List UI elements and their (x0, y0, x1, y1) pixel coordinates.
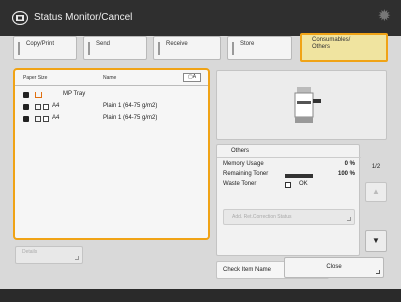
col-paper-size: Paper Size (23, 75, 48, 81)
black-paper-icon (23, 104, 29, 110)
mp-tray-icon (35, 92, 42, 98)
tab-label: Copy/Print (26, 41, 55, 47)
list-item[interactable]: A4 Plain 1 (64-75 g/m2) (15, 102, 208, 114)
printer-icon (294, 87, 321, 123)
details-label: Details (22, 249, 38, 255)
toner-label: Remaining Toner (223, 171, 269, 177)
others-title: Others (231, 148, 250, 154)
tab-receive[interactable]: Receive (153, 36, 221, 60)
paper-list: Paper Size Name ▢A MP Tray A4 Plain 1 (6… (13, 68, 210, 240)
tab-label: Receive (166, 41, 188, 47)
details-button[interactable]: Details (15, 246, 83, 264)
status-monitor-icon (12, 11, 28, 25)
memory-usage-row: Memory Usage 0 % (223, 161, 355, 171)
check-item-label: Check Item Name (223, 267, 272, 273)
paper-icon (43, 116, 49, 122)
scroll-up-button[interactable]: ▲ (365, 182, 387, 202)
tab-send[interactable]: Send (83, 36, 147, 60)
tab-copy-print[interactable]: Copy/Print (13, 36, 77, 60)
list-view-icon[interactable]: ▢A (183, 73, 201, 82)
scroll-down-button[interactable]: ▼ (365, 230, 387, 252)
drawer-icon (35, 116, 41, 122)
close-button[interactable]: Close (284, 257, 384, 278)
tab-consumables-others[interactable]: Consumables/Others (300, 33, 388, 62)
gear-icon[interactable]: ✹ (378, 9, 391, 25)
paper-name: Plain 1 (64-75 g/m2) (103, 115, 158, 121)
waste-toner-icon (285, 182, 291, 188)
tab-label: Store (240, 41, 255, 47)
list-item[interactable]: MP Tray (15, 90, 208, 102)
main-panel: Copy/Print Send Receive Store Consumable… (0, 33, 401, 302)
page-indicator: 1/2 (371, 164, 381, 170)
waste-value: OK (299, 181, 308, 187)
paper-size: A4 (52, 115, 60, 121)
memory-value: 0 % (344, 161, 355, 167)
black-paper-icon (23, 116, 29, 122)
paper-icon (43, 104, 49, 110)
tab-label: Send (96, 41, 111, 47)
pager: 1/2 ▲ ▼ (364, 144, 388, 256)
list-item[interactable]: A4 Plain 1 (64-75 g/m2) (15, 114, 208, 126)
window-title: Status Monitor/Cancel (34, 12, 133, 23)
paper-name: Plain 1 (64-75 g/m2) (103, 103, 158, 109)
col-name: Name (103, 75, 117, 81)
title-bar: Status Monitor/Cancel ✹ (0, 0, 401, 36)
add-correction-label: Add. Ret.Correction Status (232, 214, 292, 220)
paper-size: A4 (52, 103, 60, 109)
toner-level-bar (285, 174, 313, 178)
waste-toner-row: Waste Toner OK (223, 181, 355, 191)
memory-label: Memory Usage (223, 161, 264, 167)
tab-label: Consumables/Others (312, 37, 351, 50)
add-correction-status-button[interactable]: Add. Ret.Correction Status (223, 209, 355, 225)
paper-size: MP Tray (63, 91, 86, 97)
tab-store[interactable]: Store (227, 36, 292, 60)
list-header: Paper Size Name ▢A (15, 70, 208, 86)
others-panel: Others Memory Usage 0 % Remaining Toner … (216, 144, 361, 256)
toner-value: 100 % (337, 171, 355, 177)
drawer-icon (35, 104, 41, 110)
device-image-panel (216, 70, 387, 140)
bottom-bar (0, 289, 401, 302)
close-label: Close (326, 264, 342, 270)
waste-label: Waste Toner (223, 181, 257, 187)
remaining-toner-row: Remaining Toner 100 % (223, 171, 355, 181)
black-paper-icon (23, 92, 29, 98)
